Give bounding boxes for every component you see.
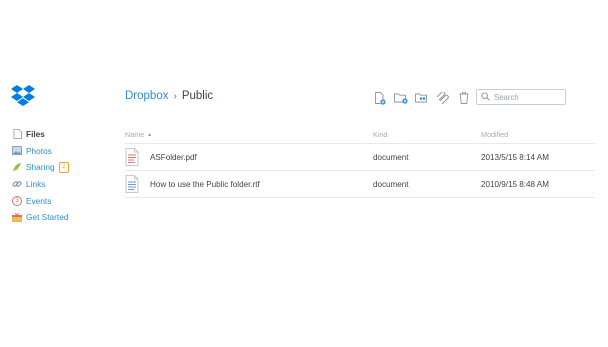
file-toolbar [372,91,471,105]
breadcrumb: Dropbox › Public [125,90,213,102]
sidebar-item-get-started[interactable]: Get Started [12,209,102,226]
search-icon [481,92,491,102]
link-icon [12,179,22,189]
sidebar-item-events[interactable]: 3 Events [12,192,102,209]
column-header-name[interactable]: Name ▲ [125,130,373,139]
sidebar-item-photos[interactable]: Photos [12,143,102,160]
upload-file-icon[interactable] [372,91,387,105]
sidebar-item-label: Events [26,195,52,206]
get-started-icon [12,212,22,222]
table-row[interactable]: ASFolder.pdf document 2013/5/15 8:14 AM [125,144,595,171]
sidebar-item-label: Links [26,179,46,190]
breadcrumb-separator: › [173,90,177,102]
file-name: How to use the Public folder.rtf [150,179,260,189]
sidebar-item-label: Photos [26,145,52,156]
file-name: ASFolder.pdf [150,152,197,162]
search-box [476,89,566,105]
page-title: Public [181,90,214,102]
sidebar-item-label: Files [26,129,45,140]
table-header: Name ▲ Kind Modified [125,126,595,144]
file-icon [12,129,22,140]
file-kind: document [373,152,409,162]
sidebar-item-links[interactable]: Links [12,176,102,193]
shared-folder-icon[interactable] [414,91,429,105]
sidebar-nav: Files Photos Sharing 2 Links 3 Events Ge… [12,126,102,226]
sidebar-item-label: Sharing [26,162,55,173]
new-folder-icon[interactable] [393,91,408,105]
sidebar-item-files[interactable]: Files [12,126,102,143]
column-header-name-label: Name [125,130,145,139]
events-icon: 3 [12,195,22,206]
sidebar-item-label: Get Started [26,212,69,223]
photos-icon [12,146,22,156]
file-modified: 2010/9/15 8:48 AM [481,179,549,189]
sort-ascending-icon: ▲ [147,131,153,138]
sidebar-item-sharing[interactable]: Sharing 2 [12,159,102,176]
delete-icon[interactable] [456,91,471,105]
column-header-kind[interactable]: Kind [373,130,481,139]
pdf-file-icon [125,148,139,166]
share-link-icon[interactable] [435,91,450,105]
sharing-count-badge: 2 [58,161,69,173]
file-kind: document [373,179,409,189]
dropbox-logo-icon[interactable] [11,84,35,106]
search-input[interactable] [494,92,564,102]
column-header-modified[interactable]: Modified [481,130,595,139]
file-modified: 2013/5/15 8:14 AM [481,152,549,162]
sharing-icon [12,162,22,172]
file-list-table: Name ▲ Kind Modified ASFolder.pdf docume… [125,126,595,198]
breadcrumb-root-link[interactable]: Dropbox [125,90,168,102]
rtf-file-icon [125,175,139,193]
table-row[interactable]: How to use the Public folder.rtf documen… [125,171,595,198]
events-count-badge: 3 [12,195,22,206]
